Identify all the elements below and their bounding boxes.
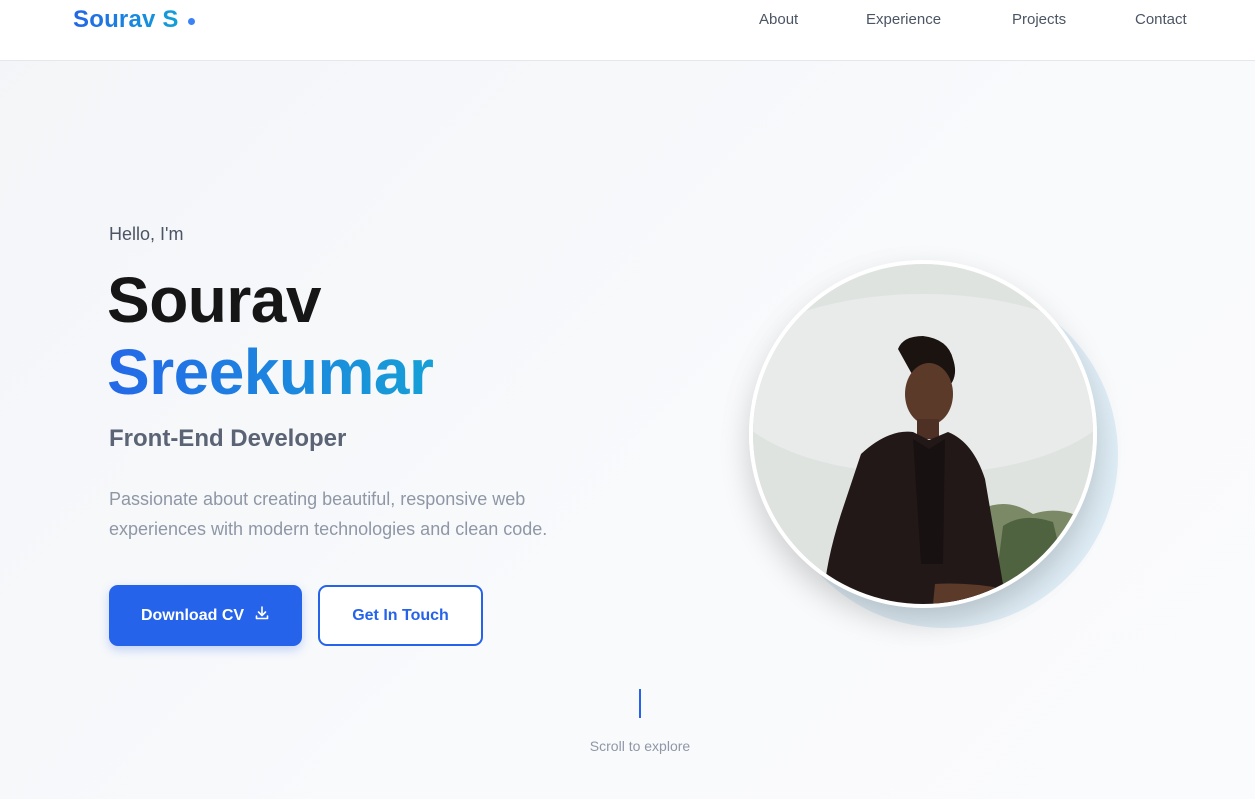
get-in-touch-button[interactable]: Get In Touch — [318, 585, 483, 646]
nav-link-experience[interactable]: Experience — [866, 11, 941, 28]
nav-link-contact[interactable]: Contact — [1135, 11, 1187, 28]
hero-first-name: Sourav — [107, 264, 321, 336]
get-in-touch-label: Get In Touch — [352, 606, 449, 624]
brand-logo[interactable]: Sourav S — [73, 6, 195, 34]
hero-greeting: Hello, I'm — [109, 224, 184, 244]
profile-photo — [749, 260, 1097, 608]
scroll-indicator[interactable] — [639, 689, 641, 718]
nav-link-about[interactable]: About — [759, 11, 798, 28]
scroll-hint: Scroll to explore — [589, 738, 691, 754]
hero-description: Passionate about creating beautiful, res… — [109, 489, 548, 539]
download-cv-label: Download CV — [140, 606, 245, 624]
brand-name[interactable]: Sourav S — [73, 6, 179, 34]
download-icon — [254, 605, 270, 626]
nav-link-projects[interactable]: Projects — [1012, 11, 1066, 28]
navbar: Sourav S About Experience Projects Conta… — [0, 0, 1255, 61]
brand-dot-icon — [187, 17, 195, 25]
hero-last-name: Sreekumar — [107, 336, 434, 408]
download-cv-button[interactable]: Download CV — [109, 585, 302, 646]
hero-role: Front-End Developer — [109, 425, 347, 452]
